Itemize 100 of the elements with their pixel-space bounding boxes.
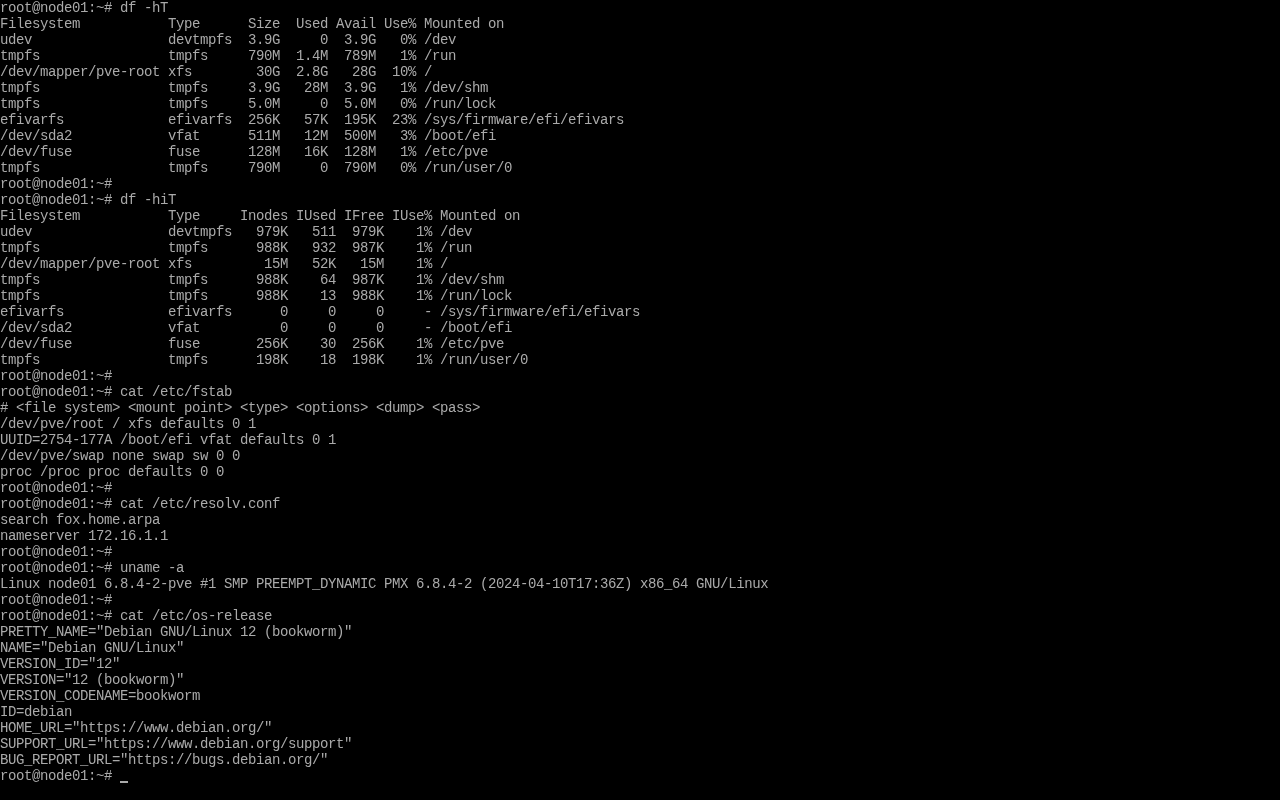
table-cell: 1% [416,352,432,368]
table-cell: - [424,320,432,336]
table-cell: xfs [168,256,192,272]
table-cell: /dev [440,224,472,240]
shell-prompt: root@node01:~# [0,560,113,576]
output-line: Linux node01 6.8.4-2-pve #1 SMP PREEMPT_DYNAMIC PMX 6.8.4-2 (2024-04-10T17:36Z) x86_64 GNU/Linux [0,576,769,592]
table-cell: 15M [360,256,384,272]
table-cell: devtmpfs [168,224,232,240]
table-cell: 0% [400,32,416,48]
table-cell: 52K [312,256,336,272]
shell-prompt: root@node01:~# [0,192,113,208]
table-cell: 1% [400,80,416,96]
table-cell: /dev/fuse [0,336,72,352]
output-line: /dev/pve/root / xfs defaults 0 1 [0,416,257,432]
table-cell: 1.4M [296,48,328,64]
table-cell: 1% [416,256,432,272]
output-line: UUID=2754-177A /boot/efi vfat defaults 0 1 [0,432,337,448]
shell-prompt: root@node01:~# [0,0,113,16]
column-header: Filesystem [0,16,80,32]
table-cell: 1% [416,224,432,240]
table-cell: 511M [248,128,280,144]
column-header: IUsed [296,208,336,224]
table-cell: 500M [344,128,376,144]
output-line: # <file system> <mount point> <type> <options> <dump> <pass> [0,400,481,416]
output-line: VERSION_CODENAME=bookworm [0,688,201,704]
output-line: BUG_REPORT_URL="https://bugs.debian.org/" [0,752,329,768]
column-header: Inodes [240,208,288,224]
command-text: uname -a [120,560,185,576]
table-cell: 256K [352,336,384,352]
table-cell: /dev/shm [424,80,488,96]
table-cell: 64 [320,272,336,288]
table-cell: 30 [320,336,336,352]
shell-prompt: root@node01:~# [0,768,113,784]
table-cell: efivarfs [0,112,64,128]
shell-prompt: root@node01:~# [0,496,113,512]
table-cell: 10% [392,64,416,80]
output-line: proc /proc proc defaults 0 0 [0,464,225,480]
column-header: Size [248,16,280,32]
table-cell: 23% [392,112,416,128]
output-line: SUPPORT_URL="https://www.debian.org/support" [0,736,353,752]
column-header: Mounted on [424,16,504,32]
table-cell: 988K [256,288,288,304]
table-cell: /sys/firmware/efi/efivars [424,112,625,128]
table-cell: 790M [248,160,280,176]
table-cell: 790M [344,160,376,176]
table-cell: 1% [400,144,416,160]
table-cell: 988K [256,272,288,288]
table-cell: devtmpfs [168,32,232,48]
table-cell: / [440,256,448,272]
table-cell: 1% [416,240,432,256]
table-cell: 988K [256,240,288,256]
table-cell: 18 [320,352,336,368]
table-cell: udev [0,224,32,240]
table-cell: tmpfs [0,288,40,304]
table-cell: 0 [280,304,288,320]
command-text: cat /etc/os-release [120,608,273,624]
table-cell: 1% [400,48,416,64]
column-header: IUse% [392,208,432,224]
table-cell: /run/user/0 [424,160,512,176]
table-cell: 790M [248,48,280,64]
shell-prompt: root@node01:~# [0,592,113,608]
output-line: NAME="Debian GNU/Linux" [0,640,185,656]
table-cell: 3.9G [248,32,280,48]
table-cell: 198K [352,352,384,368]
column-header: Filesystem [0,208,80,224]
table-cell: / [424,64,432,80]
table-cell: 0 [320,160,328,176]
table-cell: 0 [376,320,384,336]
command-text: cat /etc/resolv.conf [120,496,281,512]
output-line: search fox.home.arpa [0,512,161,528]
table-cell: 0 [320,96,328,112]
table-cell: tmpfs [0,352,40,368]
output-line: PRETTY_NAME="Debian GNU/Linux 12 (bookworm)" [0,624,353,640]
table-cell: 0 [280,320,288,336]
table-cell: 256K [248,112,280,128]
table-cell: tmpfs [0,96,40,112]
command-text: df -hiT [120,192,177,208]
table-cell: 5.0M [344,96,376,112]
table-cell: /dev/sda2 [0,128,72,144]
table-cell: /etc/pve [424,144,488,160]
column-header: Type [168,208,200,224]
table-cell: vfat [168,128,200,144]
table-cell: tmpfs [0,160,40,176]
table-cell: udev [0,32,32,48]
table-cell: 979K [352,224,384,240]
table-cell: 3.9G [248,80,280,96]
table-cell: /dev/sda2 [0,320,72,336]
table-cell: /run/user/0 [440,352,528,368]
table-cell: 30G [256,64,280,80]
table-cell: 28G [352,64,376,80]
output-line: VERSION_ID="12" [0,656,121,672]
table-cell: 15M [264,256,288,272]
table-cell: tmpfs [168,96,208,112]
shell-prompt: root@node01:~# [0,368,113,384]
table-cell: - [424,304,432,320]
table-cell: tmpfs [0,240,40,256]
table-cell: tmpfs [168,80,208,96]
table-cell: 128M [248,144,280,160]
table-cell: /run/lock [440,288,512,304]
table-cell: vfat [168,320,200,336]
